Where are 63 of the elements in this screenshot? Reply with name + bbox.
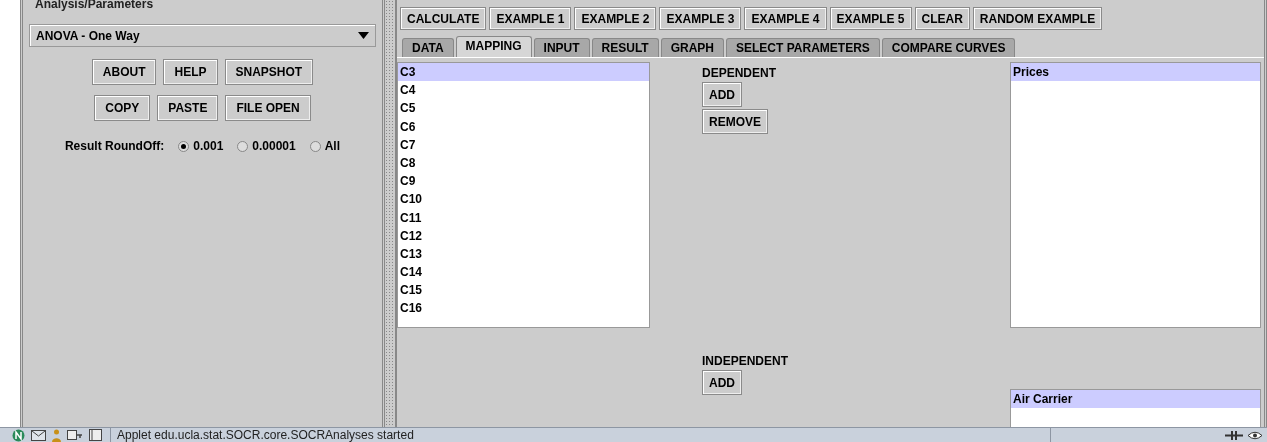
toolbar-button[interactable]: CLEAR xyxy=(914,7,970,30)
tab[interactable]: RESULT xyxy=(591,38,659,57)
toolbar-button[interactable]: RANDOM EXAMPLE xyxy=(972,7,1103,30)
toolbar-button[interactable]: EXAMPLE 2 xyxy=(574,7,657,30)
section-label: DEPENDENT xyxy=(702,66,776,80)
toolbar-button[interactable]: FILE OPEN xyxy=(225,95,311,121)
roundoff-label: Result RoundOff: xyxy=(64,139,165,153)
analysis-dropdown[interactable]: ANOVA - One Way xyxy=(29,24,376,47)
mapping-button[interactable]: REMOVE xyxy=(702,109,768,134)
radio-button[interactable] xyxy=(178,140,190,152)
browser-logo-icon[interactable] xyxy=(12,428,25,442)
list-item[interactable]: Prices xyxy=(1011,63,1260,82)
section-label: Analysis/Parameters xyxy=(35,0,154,12)
toolbar-button[interactable]: EXAMPLE 5 xyxy=(829,7,912,30)
mail-icon[interactable] xyxy=(31,429,46,441)
key-icon[interactable] xyxy=(67,429,83,441)
toolbar-button[interactable]: COPY xyxy=(94,95,151,121)
toolbar-button[interactable]: CALCULATE xyxy=(400,7,487,30)
status-text: Applet edu.ucla.stat.SOCR.core.SOCRAnalyses started xyxy=(116,428,415,442)
list-item[interactable]: C4 xyxy=(398,81,649,100)
list-box[interactable]: Air Carrier xyxy=(1010,389,1261,428)
list-item[interactable]: C6 xyxy=(398,117,649,136)
toolbar-button[interactable]: PASTE xyxy=(157,95,219,121)
radio-label: All xyxy=(324,139,341,153)
list-item[interactable]: C8 xyxy=(398,153,649,173)
tab[interactable]: GRAPH xyxy=(660,38,724,57)
list-item[interactable]: C5 xyxy=(398,99,649,118)
list-item[interactable]: Air Carrier xyxy=(1011,390,1260,409)
radio-button[interactable] xyxy=(309,140,321,152)
tab[interactable]: MAPPING xyxy=(455,36,532,57)
list-item[interactable]: C15 xyxy=(398,281,649,300)
connection-icon xyxy=(1225,429,1243,441)
eye-icon xyxy=(1247,429,1263,441)
section-label: INDEPENDENT xyxy=(702,354,788,368)
toolbar-button[interactable]: SNAPSHOT xyxy=(224,59,314,85)
toolbar-button[interactable]: HELP xyxy=(163,59,218,85)
toolbar-button[interactable]: ABOUT xyxy=(91,59,157,85)
list-item[interactable]: C13 xyxy=(398,244,649,264)
toolbar-button[interactable]: EXAMPLE 1 xyxy=(489,7,572,30)
list-item[interactable]: C11 xyxy=(398,208,649,227)
list-box[interactable]: C3 C4 C5 C6 C7 C8 C9 C10 C11 C12 C13 C14 C15 C16 xyxy=(397,62,650,328)
toolbar-button[interactable]: EXAMPLE 3 xyxy=(659,7,742,30)
list-item[interactable]: C10 xyxy=(398,190,649,209)
radio-label: 0.00001 xyxy=(252,139,296,153)
tab[interactable]: COMPARE CURVES xyxy=(881,38,1016,57)
dropdown-arrow-icon xyxy=(358,32,369,39)
radio-label: 0.001 xyxy=(193,139,224,153)
list-item[interactable]: C3 xyxy=(398,63,649,82)
tab[interactable]: DATA xyxy=(402,38,454,57)
radio-button[interactable] xyxy=(237,140,249,152)
splitter-handle[interactable] xyxy=(385,0,397,428)
list-box[interactable]: Prices xyxy=(1010,62,1261,328)
mapping-button[interactable]: ADD xyxy=(702,82,742,107)
list-item[interactable]: C12 xyxy=(398,226,649,245)
mapping-button[interactable]: ADD xyxy=(702,370,742,395)
list-item[interactable]: C14 xyxy=(398,263,649,282)
list-item[interactable]: C9 xyxy=(398,172,649,191)
tab[interactable]: INPUT xyxy=(533,38,590,57)
list-item[interactable]: C16 xyxy=(398,299,649,318)
list-item[interactable]: C7 xyxy=(398,135,649,154)
notebook-icon[interactable] xyxy=(89,429,102,441)
toolbar-button[interactable]: EXAMPLE 4 xyxy=(744,7,827,30)
tab[interactable]: SELECT PARAMETERS xyxy=(726,38,880,57)
